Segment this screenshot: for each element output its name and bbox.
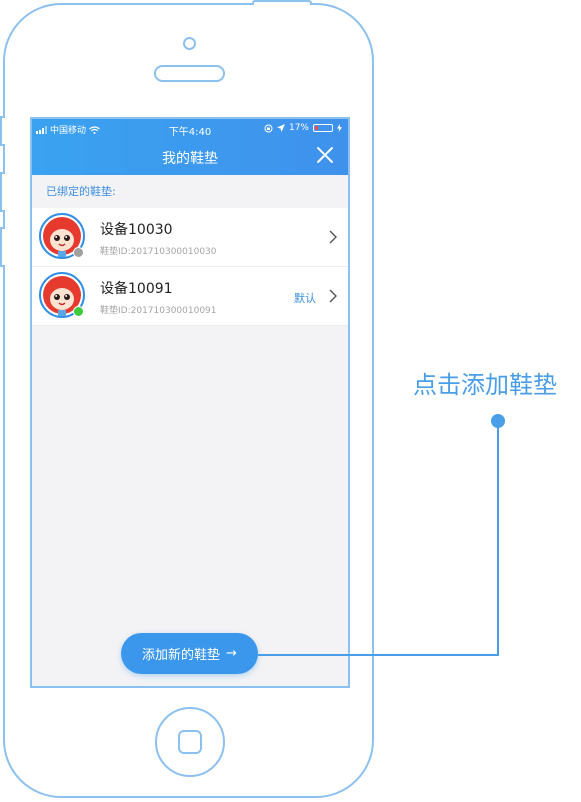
status-bar: 中国移动 下午4:40 17%: [32, 119, 348, 139]
callout-label: 点击添加鞋垫: [413, 371, 557, 399]
close-button[interactable]: [316, 146, 334, 164]
phone-side-button: [0, 116, 5, 146]
phone-side-button: [0, 227, 5, 267]
phone-side-button: [0, 172, 5, 212]
default-badge: 默认: [294, 292, 316, 305]
callout-line: [257, 654, 499, 656]
device-name: 设备10030: [100, 222, 173, 238]
rotation-lock-icon: [264, 124, 273, 132]
device-id: 鞋垫ID:201710300010091: [100, 306, 217, 316]
status-dot: [73, 247, 84, 258]
app-header: 中国移动 下午4:40 17% 我的鞋垫: [32, 119, 348, 175]
device-list: 设备10030 鞋垫ID:201710300010030 设备10091 鞋垫I…: [32, 208, 348, 326]
phone-top-button: [252, 0, 312, 5]
device-row[interactable]: 设备10091 鞋垫ID:201710300010091 默认: [32, 267, 348, 326]
status-dot: [73, 306, 84, 317]
chevron-right-icon: [329, 230, 337, 244]
arrow-right-icon: →: [226, 646, 237, 661]
location-icon: [276, 124, 285, 132]
front-camera: [183, 37, 196, 50]
chevron-right-icon: [329, 289, 337, 303]
battery-icon: [313, 124, 333, 132]
device-row[interactable]: 设备10030 鞋垫ID:201710300010030: [32, 208, 348, 267]
app-screen: 中国移动 下午4:40 17% 我的鞋垫 已绑定的鞋垫: 设备10030 鞋垫I…: [30, 117, 350, 688]
battery-percent: 17%: [288, 123, 309, 133]
charging-icon: [337, 124, 342, 132]
device-name: 设备10091: [100, 281, 173, 297]
close-icon: [317, 147, 333, 163]
callout-dot: [491, 414, 505, 428]
page-title: 我的鞋垫: [162, 151, 218, 167]
add-insole-button[interactable]: 添加新的鞋垫 →: [121, 633, 258, 674]
home-button-square: [178, 730, 202, 754]
device-id: 鞋垫ID:201710300010030: [100, 247, 217, 257]
callout-line: [497, 422, 499, 656]
home-button[interactable]: [155, 707, 225, 777]
add-insole-label: 添加新的鞋垫: [142, 648, 221, 663]
earpiece-speaker: [154, 65, 225, 82]
bound-devices-heading: 已绑定的鞋垫:: [46, 185, 116, 198]
